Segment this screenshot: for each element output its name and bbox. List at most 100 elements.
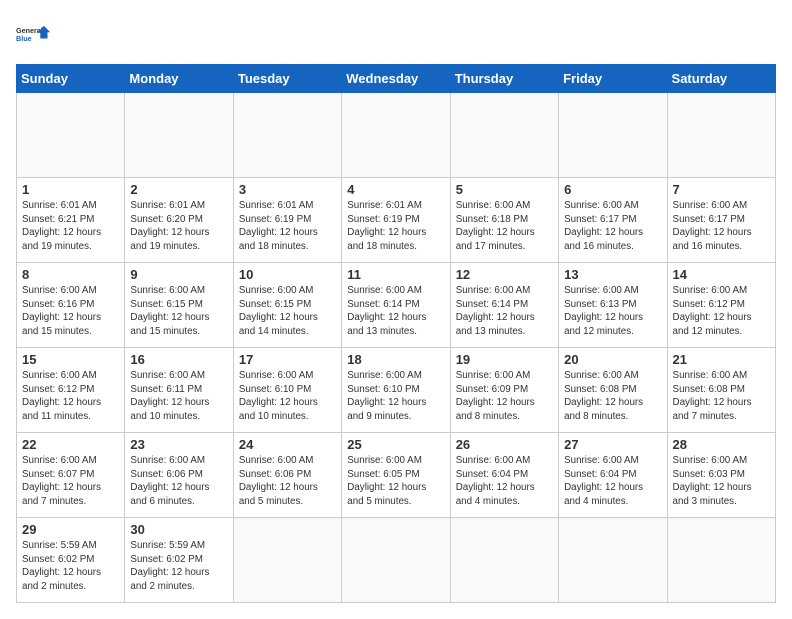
day-info: Sunrise: 6:00 AMSunset: 6:15 PMDaylight:…: [239, 284, 336, 339]
calendar-cell: [233, 93, 341, 178]
day-number: 17: [239, 352, 336, 367]
calendar-cell: 24 Sunrise: 6:00 AMSunset: 6:06 PMDayligh…: [233, 433, 341, 518]
calendar-cell: 3 Sunrise: 6:01 AMSunset: 6:19 PMDaylight…: [233, 178, 341, 263]
calendar-cell: 28 Sunrise: 6:00 AMSunset: 6:03 PMDayligh…: [667, 433, 775, 518]
day-info: Sunrise: 6:00 AMSunset: 6:17 PMDaylight:…: [673, 199, 770, 254]
svg-text:General: General: [16, 26, 43, 35]
col-header-friday: Friday: [559, 65, 667, 93]
day-info: Sunrise: 6:00 AMSunset: 6:10 PMDaylight:…: [239, 369, 336, 424]
calendar-cell: 5Sunrise: 6:00 AMSunset: 6:18 PMDaylight…: [450, 178, 558, 263]
day-info: Sunrise: 6:00 AMSunset: 6:08 PMDaylight:…: [673, 369, 770, 424]
day-info: Sunrise: 6:00 AMSunset: 6:12 PMDaylight:…: [673, 284, 770, 339]
calendar-cell: 10 Sunrise: 6:00 AMSunset: 6:15 PMDayligh…: [233, 263, 341, 348]
day-info: Sunrise: 6:00 AMSunset: 6:03 PMDaylight:…: [673, 454, 770, 509]
day-number: 18: [347, 352, 444, 367]
calendar-cell: [125, 93, 233, 178]
day-number: 20: [564, 352, 661, 367]
calendar-cell: [233, 518, 341, 603]
day-number: 10: [239, 267, 336, 282]
page-header: GeneralBlue: [16, 16, 776, 52]
calendar-cell: [450, 518, 558, 603]
week-row-2: 1Sunrise: 6:01 AMSunset: 6:21 PMDaylight…: [17, 178, 776, 263]
calendar-cell: 15 Sunrise: 6:00 AMSunset: 6:12 PMDayligh…: [17, 348, 125, 433]
calendar-cell: 29 Sunrise: 5:59 AMSunset: 6:02 PMDayligh…: [17, 518, 125, 603]
week-row-5: 22 Sunrise: 6:00 AMSunset: 6:07 PMDayligh…: [17, 433, 776, 518]
day-number: 4: [347, 182, 444, 197]
day-number: 15: [22, 352, 119, 367]
day-number: 26: [456, 437, 553, 452]
calendar-cell: 26 Sunrise: 6:00 AMSunset: 6:04 PMDayligh…: [450, 433, 558, 518]
day-number: 9: [130, 267, 227, 282]
calendar-cell: [17, 93, 125, 178]
day-number: 3: [239, 182, 336, 197]
col-header-saturday: Saturday: [667, 65, 775, 93]
day-info: Sunrise: 6:01 AMSunset: 6:20 PMDaylight:…: [130, 199, 227, 254]
calendar-cell: 11Sunrise: 6:00 AMSunset: 6:14 PMDayligh…: [342, 263, 450, 348]
day-number: 1: [22, 182, 119, 197]
calendar-cell: 19Sunrise: 6:00 AMSunset: 6:09 PMDayligh…: [450, 348, 558, 433]
day-info: Sunrise: 6:00 AMSunset: 6:14 PMDaylight:…: [456, 284, 553, 339]
calendar-cell: 6 Sunrise: 6:00 AMSunset: 6:17 PMDaylight…: [559, 178, 667, 263]
calendar-table: SundayMondayTuesdayWednesdayThursdayFrid…: [16, 64, 776, 603]
day-info: Sunrise: 6:00 AMSunset: 6:10 PMDaylight:…: [347, 369, 444, 424]
calendar-cell: 8 Sunrise: 6:00 AMSunset: 6:16 PMDaylight…: [17, 263, 125, 348]
calendar-cell: [342, 93, 450, 178]
week-row-6: 29 Sunrise: 5:59 AMSunset: 6:02 PMDayligh…: [17, 518, 776, 603]
day-info: Sunrise: 6:01 AMSunset: 6:19 PMDaylight:…: [239, 199, 336, 254]
calendar-cell: 23Sunrise: 6:00 AMSunset: 6:06 PMDayligh…: [125, 433, 233, 518]
calendar-cell: 22 Sunrise: 6:00 AMSunset: 6:07 PMDayligh…: [17, 433, 125, 518]
day-number: 22: [22, 437, 119, 452]
day-info: Sunrise: 6:00 AMSunset: 6:04 PMDaylight:…: [564, 454, 661, 509]
col-header-tuesday: Tuesday: [233, 65, 341, 93]
day-number: 21: [673, 352, 770, 367]
day-number: 28: [673, 437, 770, 452]
calendar-cell: 14Sunrise: 6:00 AMSunset: 6:12 PMDayligh…: [667, 263, 775, 348]
calendar-cell: 16Sunrise: 6:00 AMSunset: 6:11 PMDayligh…: [125, 348, 233, 433]
day-number: 29: [22, 522, 119, 537]
col-header-monday: Monday: [125, 65, 233, 93]
day-number: 11: [347, 267, 444, 282]
day-number: 2: [130, 182, 227, 197]
calendar-cell: 4 Sunrise: 6:01 AMSunset: 6:19 PMDaylight…: [342, 178, 450, 263]
day-info: Sunrise: 6:00 AMSunset: 6:12 PMDaylight:…: [22, 369, 119, 424]
calendar-cell: 1Sunrise: 6:01 AMSunset: 6:21 PMDaylight…: [17, 178, 125, 263]
day-number: 6: [564, 182, 661, 197]
calendar-cell: [450, 93, 558, 178]
day-info: Sunrise: 6:00 AMSunset: 6:07 PMDaylight:…: [22, 454, 119, 509]
svg-text:Blue: Blue: [16, 34, 32, 43]
day-info: Sunrise: 6:00 AMSunset: 6:13 PMDaylight:…: [564, 284, 661, 339]
day-info: Sunrise: 5:59 AMSunset: 6:02 PMDaylight:…: [130, 539, 227, 594]
calendar-cell: [559, 93, 667, 178]
week-row-1: [17, 93, 776, 178]
day-info: Sunrise: 5:59 AMSunset: 6:02 PMDaylight:…: [22, 539, 119, 594]
calendar-cell: [667, 518, 775, 603]
week-row-4: 15 Sunrise: 6:00 AMSunset: 6:12 PMDayligh…: [17, 348, 776, 433]
calendar-cell: 13Sunrise: 6:00 AMSunset: 6:13 PMDayligh…: [559, 263, 667, 348]
calendar-cell: [559, 518, 667, 603]
day-number: 8: [22, 267, 119, 282]
calendar-cell: 9 Sunrise: 6:00 AMSunset: 6:15 PMDaylight…: [125, 263, 233, 348]
day-info: Sunrise: 6:00 AMSunset: 6:04 PMDaylight:…: [456, 454, 553, 509]
day-info: Sunrise: 6:00 AMSunset: 6:08 PMDaylight:…: [564, 369, 661, 424]
day-info: Sunrise: 6:00 AMSunset: 6:06 PMDaylight:…: [239, 454, 336, 509]
calendar-cell: 25 Sunrise: 6:00 AMSunset: 6:05 PMDayligh…: [342, 433, 450, 518]
day-number: 24: [239, 437, 336, 452]
col-header-sunday: Sunday: [17, 65, 125, 93]
day-info: Sunrise: 6:00 AMSunset: 6:16 PMDaylight:…: [22, 284, 119, 339]
week-row-3: 8 Sunrise: 6:00 AMSunset: 6:16 PMDaylight…: [17, 263, 776, 348]
day-number: 23: [130, 437, 227, 452]
col-header-wednesday: Wednesday: [342, 65, 450, 93]
day-info: Sunrise: 6:01 AMSunset: 6:19 PMDaylight:…: [347, 199, 444, 254]
day-info: Sunrise: 6:00 AMSunset: 6:15 PMDaylight:…: [130, 284, 227, 339]
day-info: Sunrise: 6:00 AMSunset: 6:05 PMDaylight:…: [347, 454, 444, 509]
day-number: 19: [456, 352, 553, 367]
logo: GeneralBlue: [16, 16, 52, 52]
day-info: Sunrise: 6:00 AMSunset: 6:11 PMDaylight:…: [130, 369, 227, 424]
day-info: Sunrise: 6:00 AMSunset: 6:17 PMDaylight:…: [564, 199, 661, 254]
calendar-cell: 12Sunrise: 6:00 AMSunset: 6:14 PMDayligh…: [450, 263, 558, 348]
calendar-cell: 30Sunrise: 5:59 AMSunset: 6:02 PMDayligh…: [125, 518, 233, 603]
day-info: Sunrise: 6:00 AMSunset: 6:18 PMDaylight:…: [456, 199, 553, 254]
day-number: 25: [347, 437, 444, 452]
calendar-cell: [342, 518, 450, 603]
calendar-cell: [667, 93, 775, 178]
